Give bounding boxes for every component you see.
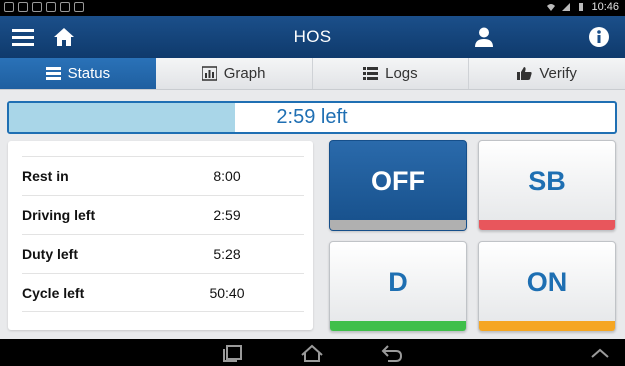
home-nav-icon[interactable] [300, 343, 324, 363]
summary-value: 50:40 [209, 284, 245, 301]
time-remaining-progress: 2:59 left [7, 101, 617, 134]
tab-bar: Status Graph Logs Verify [0, 58, 625, 90]
notification-icons [4, 2, 84, 12]
summary-row-cycle-left: Cycle left 50:40 [22, 273, 304, 312]
summary-value: 8:00 [213, 168, 241, 184]
tab-label: Status [67, 65, 111, 82]
summary-value: 5:28 [213, 246, 241, 262]
duty-button-label: OFF [371, 165, 425, 196]
off-duty-button[interactable]: OFF [329, 140, 467, 231]
info-icon[interactable] [586, 24, 612, 50]
signal-icon [562, 3, 571, 11]
summary-label: Rest in [22, 168, 69, 184]
action-bar: HOS [0, 16, 625, 58]
summary-row-duty-left: Duty left 5:28 [22, 234, 304, 273]
sleeper-berth-button[interactable]: SB [478, 140, 616, 231]
summary-value: 2:59 [213, 207, 241, 223]
tab-label: Logs [385, 65, 418, 82]
check-icon [74, 2, 84, 12]
mail-icon [60, 2, 70, 12]
wifi-icon [547, 4, 556, 11]
back-icon[interactable] [380, 343, 404, 363]
recent-apps-icon[interactable] [221, 343, 245, 363]
progress-label: 2:59 left [276, 106, 348, 128]
summary-label: Cycle left [22, 284, 85, 301]
summary-row-driving-left: Driving left 2:59 [22, 195, 304, 234]
image-icon [18, 2, 28, 12]
list-icon [45, 67, 61, 80]
duty-button-label: SB [528, 165, 566, 196]
hours-summary-card: Rest in 8:00 Driving left 2:59 Duty left… [8, 141, 313, 330]
navigation-bar [0, 339, 625, 366]
battery-icon [579, 3, 584, 11]
notification-icon [4, 2, 14, 12]
summary-label: Driving left [22, 207, 96, 223]
duty-color-stripe [330, 220, 466, 230]
tab-status[interactable]: Status [0, 58, 156, 89]
tab-label: Graph [223, 65, 266, 82]
download-icon [46, 2, 56, 12]
list-icon [363, 67, 379, 80]
status-bar: 10:46 [0, 0, 625, 16]
user-icon[interactable] [471, 24, 497, 50]
thumbs-up-icon [517, 67, 532, 80]
cloud-icon [32, 2, 42, 12]
duty-color-stripe [330, 321, 466, 331]
duty-button-label: D [388, 266, 408, 297]
tab-label: Verify [539, 65, 577, 82]
clock: 10:46 [591, 1, 619, 13]
duty-button-label: ON [526, 266, 568, 297]
tab-verify[interactable]: Verify [469, 58, 625, 89]
duty-color-stripe [479, 220, 615, 230]
chevron-up-icon[interactable] [588, 343, 612, 363]
tab-logs[interactable]: Logs [312, 58, 470, 89]
page-title: HOS [293, 27, 332, 46]
driving-button[interactable]: D [329, 241, 467, 332]
bar-chart-icon [201, 66, 217, 81]
tab-graph[interactable]: Graph [155, 58, 313, 89]
duty-color-stripe [479, 321, 615, 331]
on-duty-button[interactable]: ON [478, 241, 616, 332]
summary-row-rest-in: Rest in 8:00 [22, 156, 304, 195]
summary-label: Duty left [22, 246, 78, 262]
